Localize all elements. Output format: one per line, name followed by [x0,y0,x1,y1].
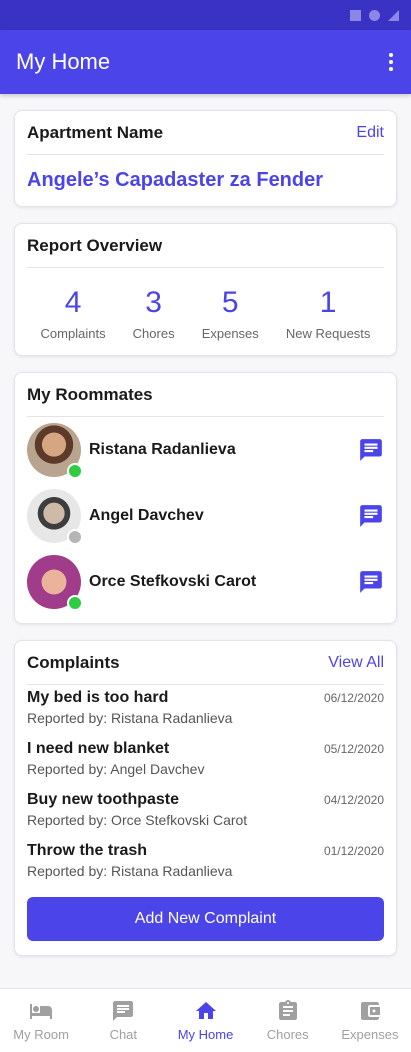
complaint-date: 04/12/2020 [323,793,384,807]
complaint-title: My bed is too hard [27,689,169,706]
message-icon[interactable] [358,569,384,595]
roommates-card-header: My Roommates [27,373,384,417]
more-vert-icon[interactable] [387,45,395,79]
complaint-title: Buy new toothpaste [27,791,180,808]
wallet-icon [360,1002,380,1020]
complaint-item[interactable]: I need new blanket Reported by: Angel Da… [27,736,384,787]
complaint-date: 05/12/2020 [323,742,384,756]
bed-icon [30,1004,53,1019]
chat-icon [113,1001,134,1021]
complaints-heading: Complaints [27,652,120,672]
roommates-heading: My Roommates [27,384,153,404]
status-square-icon [350,9,361,21]
complaint-reporter: Reported by: Orce Stefkovski Carot [27,812,248,828]
roommate-name: Angel Davchev [89,507,204,524]
avatar [27,489,83,545]
page-title: My Home [16,49,111,74]
online-status-indicator [67,595,83,611]
nav-item-chat[interactable]: Chat [82,999,164,1042]
stat-label: New Requests [285,326,371,341]
stat-expenses[interactable]: 5 Expenses [202,286,259,341]
nav-label: Expenses [341,1027,399,1042]
nav-item-my-room[interactable]: My Room [0,999,82,1042]
complaint-title: Throw the trash [27,842,148,859]
stat-label: Chores [132,326,175,341]
nav-label: My Home [177,1027,234,1042]
stat-value: 3 [145,286,162,319]
nav-item-my-home[interactable]: My Home [164,999,246,1042]
roommate-name: Orce Stefkovski Carot [89,573,257,590]
clipboard-icon [278,1000,297,1020]
complaint-item[interactable]: Throw the trash Reported by: Ristana Rad… [27,838,384,889]
avatar [27,555,83,611]
apartment-card: Apartment Name Edit Angele’s Capadaster … [14,110,397,207]
nav-label: Chores [266,1027,309,1042]
apartment-heading: Apartment Name [27,122,164,142]
status-circle-icon [369,9,380,21]
view-all-complaints-link[interactable]: View All [328,654,384,672]
complaint-item[interactable]: My bed is too hard Reported by: Ristana … [27,685,384,736]
nav-label: My Room [13,1027,69,1042]
main-content[interactable]: Apartment Name Edit Angele’s Capadaster … [0,94,411,988]
online-status-indicator [67,463,83,479]
avatar [27,423,83,479]
report-overview-card: Report Overview 4 Complaints 3 Chores 5 … [14,223,397,356]
edit-apartment-link[interactable]: Edit [356,124,384,142]
nav-item-expenses[interactable]: Expenses [329,999,411,1042]
roommate-row[interactable]: Orce Stefkovski Carot [27,549,384,615]
complaint-reporter: Reported by: Ristana Radanlieva [27,863,233,879]
stat-chores[interactable]: 3 Chores [133,286,175,341]
roommates-card: My Roommates Ristana Radanlieva Angel Da… [14,372,397,624]
stat-label: Expenses [201,326,259,341]
complaint-reporter: Reported by: Angel Davchev [27,761,205,777]
nav-label: Chat [109,1027,138,1042]
overview-stats: 4 Complaints 3 Chores 5 Expenses 1 New R… [27,268,384,355]
apartment-name: Angele’s Capadaster za Fender [27,169,324,191]
stat-value: 5 [221,286,239,319]
complaint-date: 01/12/2020 [323,844,384,858]
system-status-bar [0,0,411,30]
overview-heading: Report Overview [27,235,163,255]
overview-card-header: Report Overview [27,224,384,268]
app-bar: My Home [0,30,411,94]
complaint-reporter: Reported by: Ristana Radanlieva [27,710,233,726]
complaint-title: I need new blanket [27,740,170,757]
status-signal-icon [388,9,399,21]
bottom-navigation: My Room Chat My Home Chores Expenses [0,988,411,1052]
stat-new-requests[interactable]: 1 New Requests [286,286,371,341]
stat-value: 1 [319,286,337,319]
complaint-item[interactable]: Buy new toothpaste Reported by: Orce Ste… [27,787,384,838]
nav-item-chores[interactable]: Chores [247,999,329,1042]
stat-complaints[interactable]: 4 Complaints [41,286,106,341]
complaints-card-header: Complaints View All [27,641,384,685]
message-icon[interactable] [358,437,384,463]
complaints-card: Complaints View All My bed is too hard R… [14,640,397,956]
roommate-row[interactable]: Angel Davchev [27,483,384,549]
complaint-date: 06/12/2020 [323,691,384,705]
roommate-name: Ristana Radanlieva [89,441,236,458]
roommate-row[interactable]: Ristana Radanlieva [27,417,384,483]
add-new-complaint-button[interactable]: Add New Complaint [27,897,384,941]
apartment-card-header: Apartment Name Edit [27,111,384,155]
stat-value: 4 [64,286,82,319]
home-icon [195,1002,216,1019]
stat-label: Complaints [40,326,106,341]
offline-status-indicator [67,529,83,545]
message-icon[interactable] [358,503,384,529]
